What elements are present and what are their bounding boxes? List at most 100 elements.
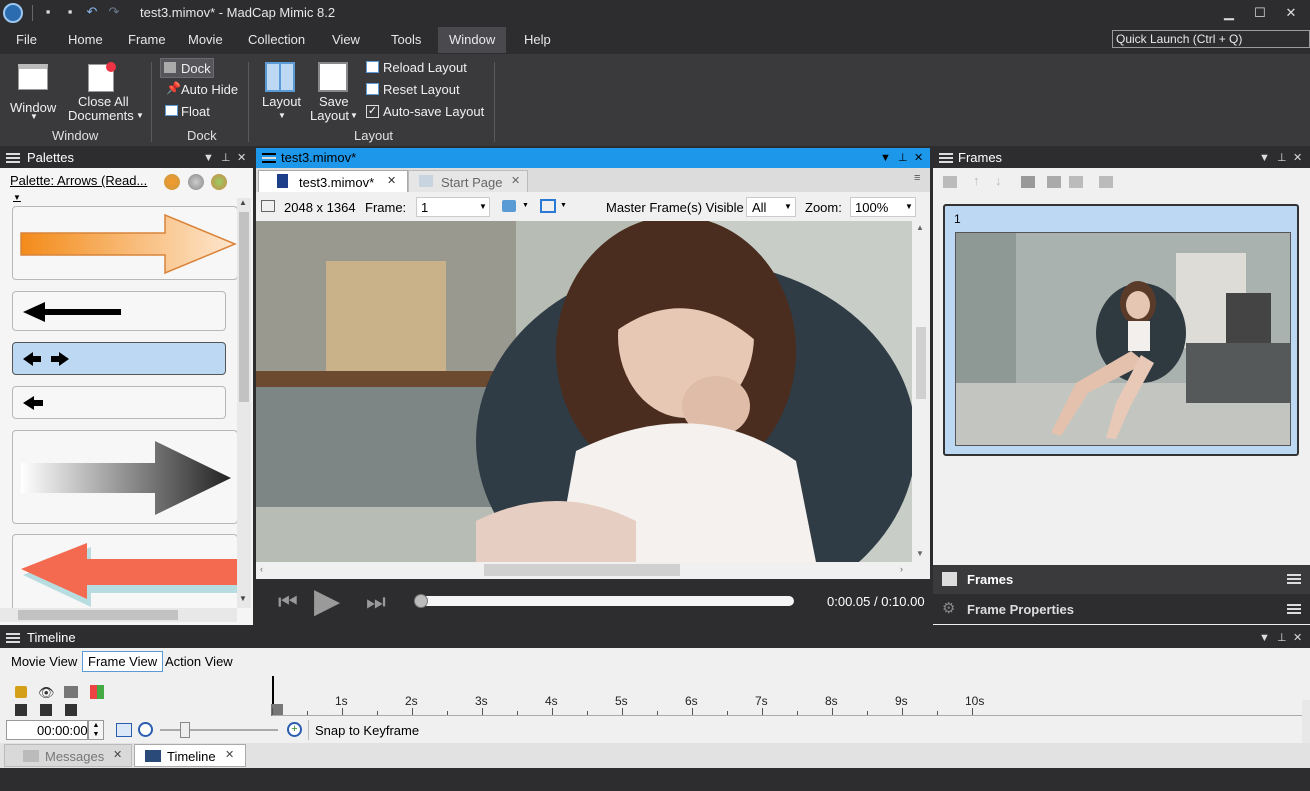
palette-item-double-arrow[interactable]	[12, 342, 226, 375]
close-icon[interactable]: ✕	[1276, 3, 1306, 23]
scroll-left-icon[interactable]: ‹	[260, 564, 263, 574]
dropdown-arrow-icon[interactable]: ▼	[203, 148, 214, 168]
redo-icon[interactable]: ↷	[106, 4, 122, 20]
zoom-slider[interactable]	[160, 722, 278, 738]
palette-horizontal-scrollbar[interactable]	[0, 608, 237, 622]
time-input[interactable]: 00:00:00	[6, 720, 88, 740]
lock-icon[interactable]	[15, 686, 27, 698]
zoom-slider-thumb[interactable]	[180, 722, 190, 738]
menu-file[interactable]: File	[8, 27, 45, 53]
scroll-right-icon[interactable]: ›	[900, 564, 903, 574]
insert-frame-icon[interactable]	[1021, 176, 1035, 188]
layout-button[interactable]: Layout ▼	[258, 60, 304, 122]
scroll-thumb[interactable]	[916, 327, 926, 399]
close-panel-icon[interactable]: ✕	[1293, 148, 1302, 168]
tab-test3[interactable]: test3.mimov* ✕	[258, 170, 408, 192]
quick-launch-input[interactable]: Quick Launch (Ctrl + Q)	[1112, 30, 1310, 48]
close-panel-icon[interactable]: ✕	[237, 148, 246, 168]
menu-icon[interactable]	[1287, 604, 1301, 614]
scroll-down-icon[interactable]: ▼	[916, 549, 924, 558]
menu-icon[interactable]	[262, 153, 276, 163]
timeline-ruler[interactable]: 1s 2s 3s 4s 5s 6s 7s 8s 9s 10s	[271, 676, 1302, 716]
menu-icon[interactable]	[6, 633, 20, 643]
clock-icon[interactable]	[138, 722, 153, 737]
frame-select[interactable]: 1 ▼	[416, 197, 490, 217]
move-up-icon[interactable]: ↑	[973, 173, 980, 188]
editor-vertical-scrollbar[interactable]: ▲ ▼	[912, 221, 930, 562]
movie-view-tab[interactable]: Movie View	[11, 654, 77, 669]
menu-collection[interactable]: Collection	[240, 27, 313, 53]
skip-back-icon[interactable]: ⏮	[278, 589, 298, 615]
frame-properties-tab[interactable]: ⚙ Frame Properties	[933, 594, 1310, 624]
editor-horizontal-scrollbar[interactable]: ‹ ›	[256, 562, 912, 578]
menu-frame[interactable]: Frame	[120, 27, 174, 53]
palette-item-gradient-arrow[interactable]	[12, 430, 237, 524]
reload-layout-button[interactable]: Reload Layout	[364, 58, 474, 78]
palette-item-orange-arrow[interactable]	[12, 206, 237, 280]
tab-close-icon[interactable]: ✕	[511, 174, 520, 187]
dropdown-arrow-icon[interactable]: ▼	[880, 148, 891, 168]
palette-item-small-arrow[interactable]	[12, 386, 226, 419]
dock-button[interactable]: Dock	[160, 58, 214, 78]
menu-icon[interactable]	[6, 153, 20, 163]
menu-help[interactable]: Help	[516, 27, 559, 53]
time-stepper[interactable]: ▲ ▼	[88, 720, 104, 740]
auto-hide-button[interactable]: 📌 Auto Hide	[164, 80, 244, 100]
menu-home[interactable]: Home	[60, 27, 111, 53]
pin-icon[interactable]: ⊥	[898, 148, 908, 168]
menu-tools[interactable]: Tools	[383, 27, 429, 53]
tab-overflow-icon[interactable]: ≡	[914, 172, 920, 184]
menu-movie[interactable]: Movie	[180, 27, 231, 53]
frame-thumbnail-1[interactable]: 1	[943, 204, 1299, 456]
pin-icon[interactable]: ⊥	[221, 148, 231, 168]
frames-bottom-tab[interactable]: Frames	[933, 565, 1310, 594]
tab-messages[interactable]: Messages ✕	[4, 744, 132, 767]
tab-close-icon[interactable]: ✕	[113, 748, 122, 761]
close-all-documents-button[interactable]: Close All Documents ▼	[66, 60, 146, 123]
frame-settings-icon[interactable]	[943, 176, 957, 188]
scroll-thumb[interactable]	[18, 610, 178, 620]
minimize-icon[interactable]: ▁	[1214, 3, 1244, 23]
window-button[interactable]: Window ▼	[8, 60, 60, 122]
scroll-thumb[interactable]	[239, 212, 249, 402]
maximize-icon[interactable]: ☐	[1245, 3, 1275, 23]
palette-colors-icon[interactable]	[164, 174, 180, 190]
tab-close-icon[interactable]: ✕	[387, 174, 396, 187]
dropdown-arrow-icon[interactable]: ▼	[1259, 628, 1270, 648]
palette-item-red-arrow[interactable]	[12, 534, 237, 608]
playback-thumb[interactable]	[414, 594, 428, 608]
skip-forward-icon[interactable]: ⏭	[366, 589, 386, 615]
play-icon[interactable]: ▶	[314, 583, 340, 619]
scroll-up-icon[interactable]: ▲	[239, 198, 247, 207]
fit-frame-icon[interactable]	[540, 199, 556, 213]
action-view-tab[interactable]: Action View	[165, 654, 233, 669]
delete-frame-icon[interactable]	[1099, 176, 1113, 188]
chevron-down-icon[interactable]: ▼	[560, 202, 567, 209]
zoom-in-icon[interactable]: +	[287, 722, 302, 737]
zoom-select[interactable]: 100% ▼	[850, 197, 916, 217]
menu-view[interactable]: View	[324, 27, 368, 53]
palette-gray-icon[interactable]	[188, 174, 204, 190]
frame-canvas-image[interactable]	[256, 221, 912, 562]
move-down-icon[interactable]: ↓	[995, 173, 1002, 188]
save-all-icon[interactable]: ▪	[62, 4, 78, 20]
frame-view-tab[interactable]: Frame View	[82, 651, 164, 672]
view-mode-icon[interactable]	[502, 200, 516, 212]
float-button[interactable]: Float	[164, 102, 224, 122]
app-logo-icon[interactable]	[3, 3, 23, 23]
scroll-thumb[interactable]	[484, 564, 680, 576]
audio-toggle[interactable]	[65, 704, 77, 716]
pin-icon[interactable]: ⊥	[1277, 628, 1287, 648]
merge-frame-icon[interactable]	[1069, 176, 1083, 188]
dropdown-arrow-icon[interactable]: ▼	[1259, 148, 1270, 168]
tab-start-page[interactable]: Start Page ✕	[408, 170, 528, 192]
pin-icon[interactable]: ⊥	[1277, 148, 1287, 168]
palette-vertical-scrollbar[interactable]: ▲ ▼	[237, 198, 251, 608]
palette-selector[interactable]: Palette: Arrows (Read... ▼	[10, 173, 160, 202]
playback-progress-track[interactable]	[414, 594, 794, 608]
resize-icon[interactable]	[261, 200, 275, 212]
frames-per-second-icon[interactable]	[116, 723, 132, 737]
master-frames-select[interactable]: All ▼	[746, 197, 796, 217]
save-icon[interactable]: ▪	[40, 4, 56, 20]
scroll-up-icon[interactable]: ▲	[916, 223, 924, 232]
